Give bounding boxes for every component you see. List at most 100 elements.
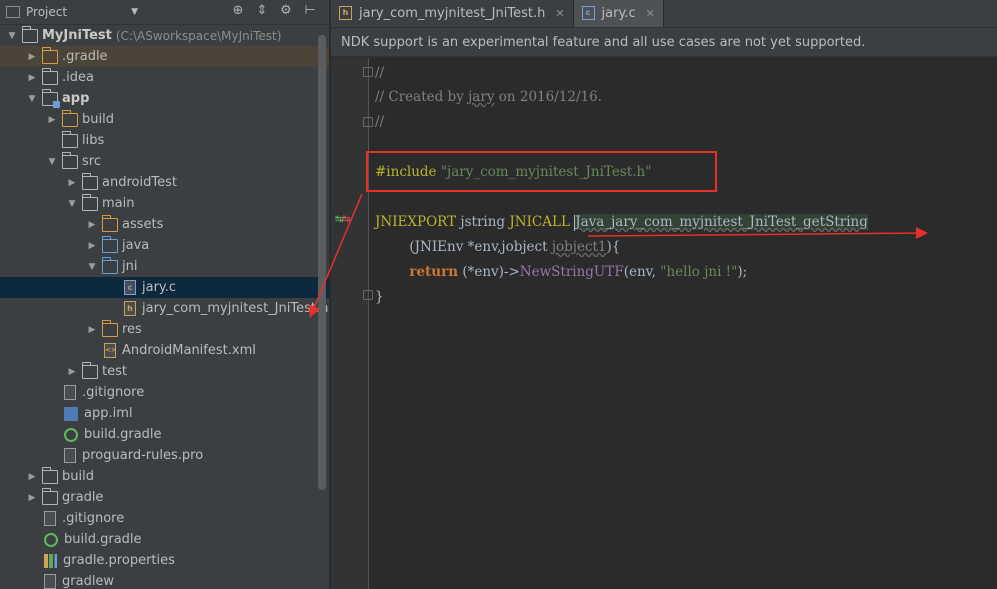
close-icon[interactable]: ✕ <box>646 7 655 20</box>
collapsed-arrow-icon[interactable]: ▶ <box>26 52 38 62</box>
properties-file-icon <box>44 553 57 568</box>
tab-header-file[interactable]: h jary_com_myjnitest_JniTest.h ✕ <box>331 0 574 27</box>
tree-item-label: .gradle <box>62 49 108 64</box>
tree-item-label: main <box>102 196 135 211</box>
chevron-down-icon[interactable]: ▼ <box>131 7 138 17</box>
tree-item-label: test <box>102 364 127 379</box>
expanded-arrow-icon[interactable]: ▼ <box>46 157 58 167</box>
collapsed-arrow-icon[interactable]: ▶ <box>46 115 58 125</box>
project-view-icon[interactable] <box>6 6 20 18</box>
folder-icon <box>41 88 60 108</box>
project-panel: Project ▼ ⊕ ⇕ ⚙ ⊢ ▼ MyJniTest (C:\ASworksp… <box>0 0 330 589</box>
collapsed-arrow-icon[interactable]: ▶ <box>66 178 78 188</box>
collapsed-arrow-icon[interactable]: ▶ <box>86 220 98 230</box>
tree-item[interactable]: ▶ build <box>0 109 329 130</box>
tree-item[interactable]: ▶ res <box>0 319 329 340</box>
folder-icon <box>81 172 98 190</box>
tree-item[interactable]: ▶app.iml <box>0 403 329 424</box>
tab-label: jary_com_myjnitest_JniTest.h <box>359 5 546 21</box>
tree-item-label: proguard-rules.pro <box>82 448 204 463</box>
tree-item-label: app <box>62 91 90 106</box>
hide-panel-icon[interactable]: ⊢ <box>302 3 318 19</box>
tree-item[interactable]: ▶build.gradle <box>0 529 329 550</box>
tree-item-label: build <box>82 112 114 127</box>
tree-item[interactable]: ▶ build <box>0 466 329 487</box>
tree-item[interactable]: ▶ test <box>0 361 329 382</box>
file-icon <box>44 511 56 526</box>
expanded-arrow-icon[interactable]: ▼ <box>26 94 38 104</box>
c-file-icon: c <box>124 280 136 295</box>
collapse-icon[interactable]: ⇕ <box>254 3 270 19</box>
tree-item[interactable]: ▼ main <box>0 193 329 214</box>
c-file-icon: c <box>581 6 595 20</box>
tree-item[interactable]: ▶ java <box>0 235 329 256</box>
collapsed-arrow-icon[interactable]: ▶ <box>66 367 78 377</box>
tree-item[interactable]: ▶cjary.c <box>0 277 329 298</box>
code-line-close: } <box>375 289 384 305</box>
annotation-highlight-box <box>366 151 717 192</box>
folder-icon <box>101 319 118 337</box>
fold-marker[interactable] <box>363 117 373 127</box>
navigate-declaration-icon[interactable]: ↹↹ <box>335 214 351 225</box>
tree-item[interactable]: ▶.gitignore <box>0 508 329 529</box>
tree-item-label: androidTest <box>102 175 177 190</box>
gear-icon[interactable]: ⚙ <box>278 3 294 19</box>
tree-item[interactable]: ▶ assets <box>0 214 329 235</box>
tree-item-label: app.iml <box>84 406 133 421</box>
tree-item[interactable]: ▶build.gradle <box>0 424 329 445</box>
tree-item[interactable]: ▶ .gradle <box>0 46 329 67</box>
tree-item-label: jni <box>122 259 138 274</box>
tree-item[interactable]: ▼ MyJniTest (C:\ASworkspace\MyJniTest) <box>0 25 329 46</box>
tree-item-label: java <box>122 238 150 253</box>
tree-item-label: AndroidManifest.xml <box>122 343 256 358</box>
collapsed-arrow-icon[interactable]: ▶ <box>86 241 98 251</box>
expanded-arrow-icon[interactable]: ▼ <box>66 199 78 209</box>
project-view-title[interactable]: Project <box>26 5 67 19</box>
tree-item-label: libs <box>82 133 105 148</box>
collapsed-arrow-icon[interactable]: ▶ <box>26 73 38 83</box>
fold-marker[interactable] <box>363 67 373 77</box>
tree-item[interactable]: ▼ jni <box>0 256 329 277</box>
tree-item[interactable]: ▼ src <box>0 151 329 172</box>
folder-icon <box>41 466 58 484</box>
tree-item-label: jary_com_myjnitest_JniTest.h <box>142 301 329 316</box>
folder-icon <box>61 109 78 127</box>
tree-item[interactable]: ▶gradlew <box>0 571 329 589</box>
tree-item[interactable]: ▶gradle.properties <box>0 550 329 571</box>
tree-item[interactable]: ▶ .idea <box>0 67 329 88</box>
tree-item[interactable]: ▶ gradle <box>0 487 329 508</box>
expanded-arrow-icon[interactable]: ▼ <box>6 31 18 41</box>
tree-item-label: gradlew <box>62 574 115 589</box>
tree-item-label: MyJniTest <box>42 28 112 43</box>
tree-item[interactable]: ▶ androidTest <box>0 172 329 193</box>
folder-icon <box>41 46 58 64</box>
expanded-arrow-icon[interactable]: ▼ <box>86 262 98 272</box>
tree-item[interactable]: ▶proguard-rules.pro <box>0 445 329 466</box>
folder-icon <box>81 193 98 211</box>
code-line-return: return (*env)->NewStringUTF(env, "hello … <box>409 264 748 280</box>
tab-c-file[interactable]: c jary.c ✕ <box>573 0 664 27</box>
header-file-icon: h <box>339 6 352 20</box>
tree-item[interactable]: ▼ app <box>0 88 329 109</box>
tree-item-label: jary.c <box>142 280 177 295</box>
tree-scrollbar[interactable] <box>318 35 326 490</box>
folder-icon <box>81 361 98 379</box>
tree-item[interactable]: ▶.gitignore <box>0 382 329 403</box>
xml-file-icon: <> <box>104 343 117 358</box>
sync-icon[interactable]: ⊕ <box>230 3 246 19</box>
tree-item-label: build.gradle <box>64 532 142 547</box>
collapsed-arrow-icon[interactable]: ▶ <box>26 472 38 482</box>
close-icon[interactable]: ✕ <box>555 7 564 20</box>
tree-item[interactable]: ▶hjary_com_myjnitest_JniTest.h <box>0 298 329 319</box>
code-line-1: // <box>375 65 385 81</box>
tree-item-label: assets <box>122 217 164 232</box>
folder-icon <box>41 67 58 85</box>
collapsed-arrow-icon[interactable]: ▶ <box>26 493 38 503</box>
tree-item-label: src <box>82 154 101 169</box>
code-line-2: // Created by jary on 2016/12/16. <box>375 89 602 105</box>
editor-gutter <box>331 58 369 589</box>
collapsed-arrow-icon[interactable]: ▶ <box>86 325 98 335</box>
fold-marker[interactable] <box>363 290 373 300</box>
tree-item[interactable]: ▶libs <box>0 130 329 151</box>
tree-item[interactable]: ▶<>AndroidManifest.xml <box>0 340 329 361</box>
